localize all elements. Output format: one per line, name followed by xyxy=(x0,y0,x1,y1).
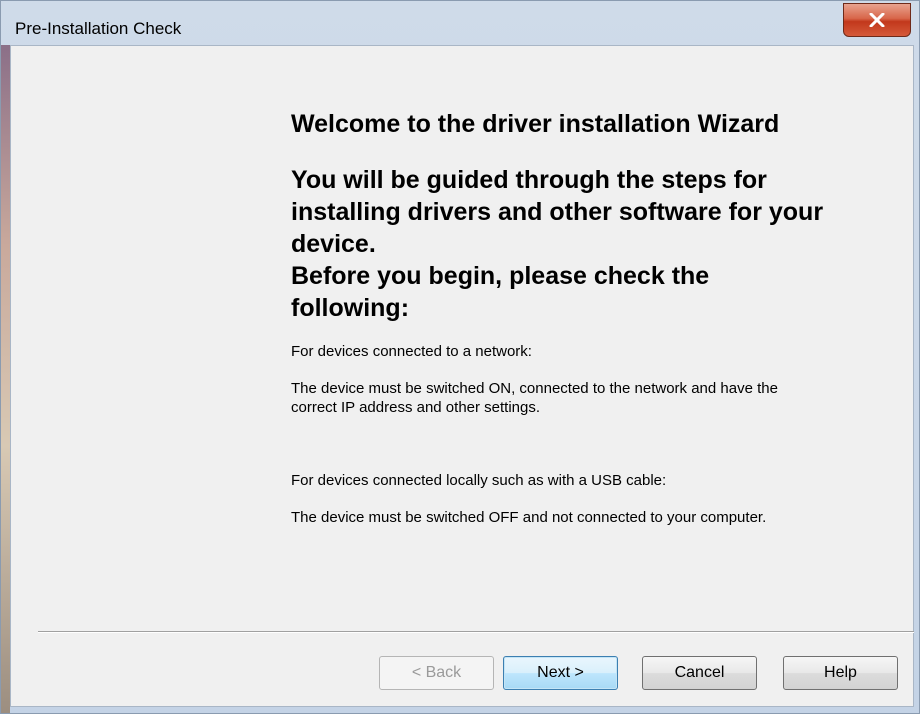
network-heading: For devices connected to a network: xyxy=(291,343,532,360)
title-bar[interactable]: Pre-Installation Check xyxy=(1,1,919,45)
guided-heading-line-2: installing drivers and other software fo… xyxy=(291,198,824,226)
help-button[interactable]: Help xyxy=(783,656,898,690)
close-button[interactable] xyxy=(843,3,911,37)
window-title: Pre-Installation Check xyxy=(15,19,182,38)
button-separator xyxy=(38,631,914,633)
wizard-content: Welcome to the driver installation Wizar… xyxy=(291,108,891,527)
close-icon xyxy=(869,13,885,27)
back-button[interactable]: < Back xyxy=(379,656,494,690)
cancel-button[interactable]: Cancel xyxy=(642,656,757,690)
dialog-window: Pre-Installation Check Welcome to the dr… xyxy=(0,0,920,714)
window-left-border xyxy=(1,45,10,713)
usb-heading: For devices connected locally such as wi… xyxy=(291,472,667,489)
check-heading-line-1: Before you begin, please check the xyxy=(291,262,710,290)
next-button[interactable]: Next > xyxy=(503,656,618,690)
welcome-heading: Welcome to the driver installation Wizar… xyxy=(291,110,780,138)
dialog-client-area: Welcome to the driver installation Wizar… xyxy=(10,45,914,707)
network-text-line-1: The device must be switched ON, connecte… xyxy=(291,380,778,397)
check-heading-line-2: following: xyxy=(291,294,410,322)
usb-text: The device must be switched OFF and not … xyxy=(291,509,767,526)
guided-heading-line-1: You will be guided through the steps for xyxy=(291,166,767,194)
guided-heading-line-3: device. xyxy=(291,230,376,258)
network-text-line-2: correct IP address and other settings. xyxy=(291,399,541,416)
